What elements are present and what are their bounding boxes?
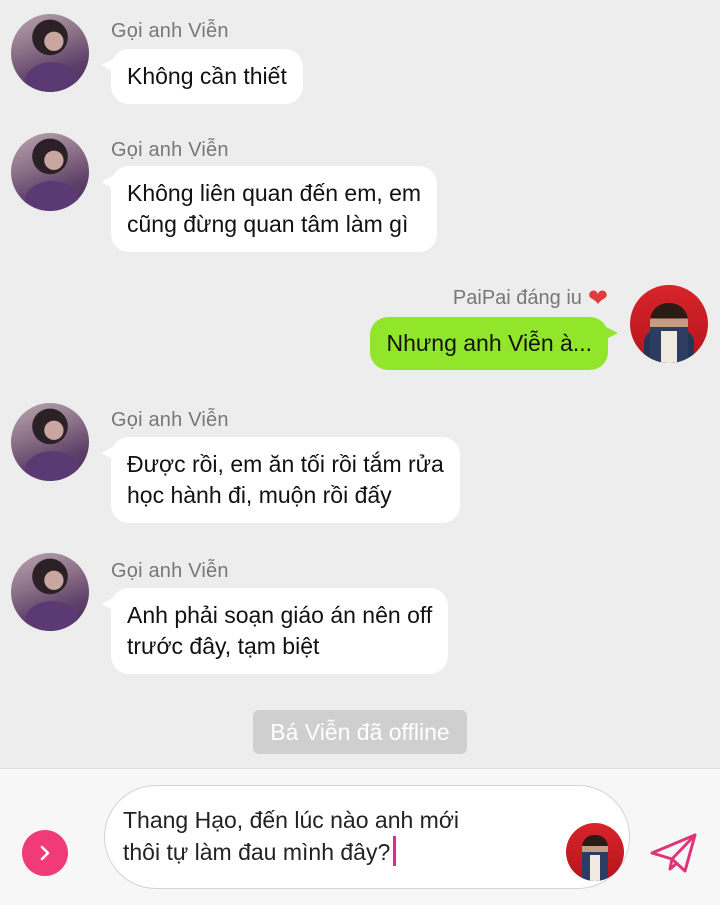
sender-name: Gọi anh Viễn — [111, 139, 229, 161]
message-bubble[interactable]: Không liên quan đến em, em cũng đừng qua… — [100, 166, 438, 252]
sender-name: Gọi anh Viễn — [111, 20, 229, 42]
heart-icon: ❤ — [587, 284, 608, 312]
message-text: Được rồi, em ăn tối rồi tắm rửa — [127, 451, 444, 477]
contact-avatar[interactable] — [11, 553, 89, 631]
chat-area: Gọi anh Viễn Không cần thiết Gọi anh Viễ… — [0, 0, 720, 768]
persona-avatar[interactable] — [566, 823, 624, 881]
sender-label: PaiPai đáng iu — [452, 287, 582, 309]
message-bubble[interactable]: Được rồi, em ăn tối rồi tắm rửa học hành… — [101, 437, 460, 523]
message-text: trước đây, tạm biệt — [127, 633, 320, 659]
message-input-text: Thang Hạo, đến lúc nào anh mới thôi tự l… — [123, 807, 460, 865]
send-button[interactable] — [648, 829, 700, 877]
message-text: Không cần thiết — [127, 63, 287, 89]
contact-avatar[interactable] — [11, 403, 89, 481]
message-text: Nhưng anh Viễn à... — [386, 330, 592, 356]
message-bubble[interactable]: Anh phải soạn giáo án nên off trước đây,… — [100, 588, 449, 674]
sender-name-self: PaiPai đáng iu ❤ — [452, 284, 608, 312]
paper-plane-icon — [650, 833, 697, 873]
text-caret — [393, 836, 397, 866]
message-bubble[interactable]: Không cần thiết — [101, 49, 303, 104]
contact-avatar[interactable] — [11, 14, 89, 92]
message-text: Không liên quan đến em, em — [127, 180, 422, 206]
expand-button[interactable] — [22, 830, 68, 876]
self-avatar[interactable] — [630, 285, 708, 363]
message-text: cũng đừng quan tâm làm gì — [127, 211, 409, 237]
chevron-right-icon — [40, 845, 50, 861]
sender-name: Gọi anh Viễn — [111, 560, 229, 582]
message-input[interactable]: Thang Hạo, đến lúc nào anh mới thôi tự l… — [104, 785, 630, 889]
contact-avatar[interactable] — [11, 133, 89, 211]
offline-notice: Bá Viễn đã offline — [253, 710, 467, 754]
message-text: Anh phải soạn giáo án nên off — [127, 602, 433, 628]
message-bubble[interactable]: Nhưng anh Viễn à... — [370, 317, 618, 370]
sender-name: Gọi anh Viễn — [111, 409, 229, 431]
message-composer: Thang Hạo, đến lúc nào anh mới thôi tự l… — [0, 768, 720, 905]
message-text: học hành đi, muộn rồi đấy — [127, 482, 392, 508]
